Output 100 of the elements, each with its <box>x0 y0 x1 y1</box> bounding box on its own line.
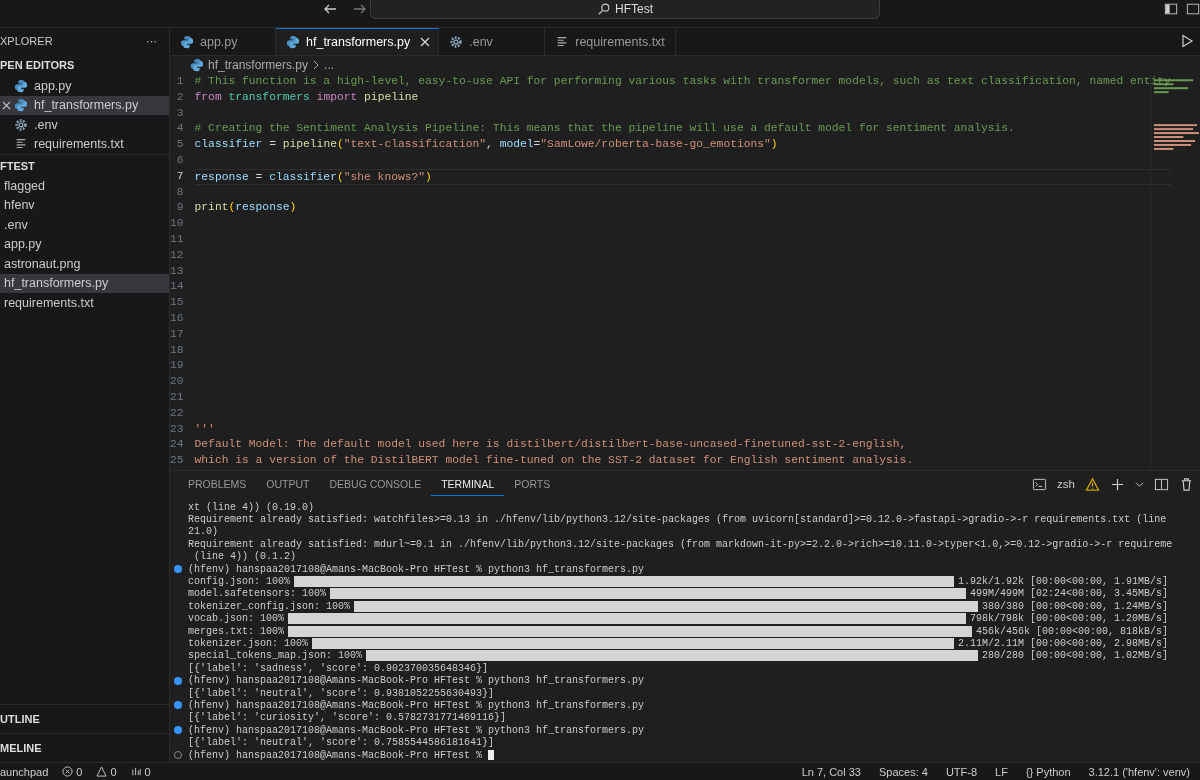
line-number: 4 <box>175 121 184 137</box>
line-number: 24 <box>170 437 184 453</box>
code-line: which is a version of the DistilBERT model fine-tuned on the SST-2 dataset for English sentiment analysis. <box>194 454 914 467</box>
editor-tab[interactable]: hf_transformers.py <box>276 28 440 55</box>
status-item[interactable]: 0 <box>62 765 83 778</box>
status-item[interactable]: Ln 7, Col 33 <box>801 765 861 778</box>
line-number: 18 <box>170 342 184 358</box>
python-icon <box>180 35 194 49</box>
progress-reading: 2.11M/2.11M [00:00<00:00, 2.98MB/s] <box>957 638 1168 649</box>
section-header[interactable]: UTLINE <box>0 713 40 725</box>
command-search-field[interactable]: HFTest <box>370 0 880 19</box>
code-line: ''' <box>194 422 215 435</box>
line-number: 3 <box>175 105 184 121</box>
file-tree-item[interactable]: hf_transformers.py <box>0 273 169 293</box>
python-icon <box>190 58 204 72</box>
line-number: 22 <box>170 405 184 421</box>
file-tree-item[interactable]: astronaut.png <box>0 254 169 274</box>
terminal-prompt-line: (hfenv) hanspaa2017108@Amans-MacBook-Pro HFTest % python3 hf_transformers.py <box>188 563 645 575</box>
line-number: 14 <box>170 279 184 295</box>
status-item[interactable]: 3.12.1 ('hfenv': venv) <box>1088 765 1190 778</box>
terminal-profile[interactable]: zsh <box>1057 478 1075 490</box>
progress-reading: 380/380 [00:00<00:00, 1.24MB/s] <box>981 600 1168 612</box>
warning-icon <box>1085 476 1100 492</box>
open-editor-item[interactable]: .env <box>0 115 169 135</box>
line-number: 16 <box>170 310 184 326</box>
close-icon[interactable] <box>2 100 11 110</box>
panel-tab[interactable]: PORTS <box>504 472 561 496</box>
section-header[interactable]: MELINE <box>0 742 42 754</box>
chevron-icon <box>312 60 321 70</box>
progress-label: tokenizer_config.json: 100% <box>188 600 351 612</box>
section-header[interactable]: FTEST <box>0 159 35 172</box>
line-number: 23 <box>170 421 184 437</box>
progress-reading: 456k/456k [00:00<00:00, 818kB/s] <box>975 625 1168 637</box>
status-item[interactable]: LF <box>995 765 1008 778</box>
line-number: 11 <box>170 231 184 247</box>
line-number: 9 <box>175 200 184 216</box>
terminal-icon[interactable] <box>1032 476 1048 492</box>
status-item[interactable]: aunchpad <box>0 765 49 778</box>
status-item[interactable]: 0 <box>130 765 151 778</box>
breadcrumb-item[interactable]: hf_transformers.py <box>208 58 309 72</box>
panel-tab[interactable]: DEBUG CONSOLE <box>319 472 432 496</box>
progress-label: special_tokens_map.json: 100% <box>188 650 363 662</box>
trash-icon[interactable] <box>1179 476 1194 492</box>
progress-label: tokenizer.json: 100% <box>188 638 309 649</box>
line-number: 7 <box>175 168 184 184</box>
line-number: 25 <box>170 453 184 469</box>
status-item[interactable]: {} Python <box>1025 765 1071 778</box>
progress-reading: 280/280 [00:00<00:00, 1.02MB/s] <box>981 650 1168 662</box>
terminal-output-line: Requirement already satisfied: mdurl~=0.1 in ./hfenv/lib/python3.12/site-packages (from markdown-it-py>=2.2.0->rich>=10.11.0->typer<1.0,>=0.12->gradio->-r requireme <box>188 538 1173 550</box>
search-icon <box>597 2 611 16</box>
progress-reading: 1.92k/1.92k [00:00<00:00, 1.91MB/s] <box>957 576 1168 588</box>
file-tree-item[interactable]: hfenv <box>0 195 169 215</box>
add-icon[interactable] <box>1110 476 1125 492</box>
sidebar-toggle-icon[interactable] <box>1164 2 1178 16</box>
open-editor-item[interactable]: app.py <box>0 76 169 96</box>
progress-label: vocab.json: 100% <box>188 613 284 625</box>
file-tree-item[interactable]: flagged <box>0 176 169 196</box>
close-icon[interactable] <box>420 37 431 47</box>
error-icon <box>62 766 74 777</box>
code-line: print(response) <box>194 201 297 214</box>
terminal-output-line: (line 4)) (0.1.2) <box>193 551 297 563</box>
line-number: 2 <box>175 89 184 105</box>
breadcrumb-item[interactable]: ... <box>324 58 335 72</box>
terminal-prompt-line: (hfenv) hanspaa2017108@Amans-MacBook-Pro HFTest % python3 hf_transformers.py <box>188 699 645 711</box>
python-icon <box>14 78 28 93</box>
terminal-output-line: 21.0) <box>188 526 218 538</box>
code-line: Default Model: The default model used here is distilbert/distilbert-base-uncased-finetuned-sst-2-english, <box>194 438 907 451</box>
line-number: 6 <box>175 153 184 168</box>
terminal-prompt-line: (hfenv) hanspaa2017108@Amans-MacBook-Pro HFTest % python3 hf_transformers.py <box>188 724 645 736</box>
terminal-output-line: [{'label': 'neutral', 'score': 0.7585544586181641}] <box>188 737 495 749</box>
warning-icon <box>96 766 108 777</box>
open-editor-item[interactable]: requirements.txt <box>0 134 169 154</box>
terminal-output-line: Requirement already satisfied: watchfiles>=0.13 in ./hfenv/lib/python3.12/site-packages (from uvicorn[standard]>=0.12.0->fastapi->gradio->-r requirements.txt (line <box>188 514 1167 526</box>
more-actions-icon[interactable]: ··· <box>146 35 157 47</box>
code-line: from transformers import pipeline <box>194 90 419 103</box>
panel-tab[interactable]: OUTPUT <box>256 472 320 496</box>
status-item[interactable]: Spaces: 4 <box>878 765 928 778</box>
file-tree-item[interactable]: requirements.txt <box>0 293 169 313</box>
panel-toggle-icon[interactable] <box>1186 2 1200 16</box>
explorer-title: XPLORER <box>0 35 53 47</box>
status-item[interactable]: UTF-8 <box>945 765 978 778</box>
signal-icon <box>130 766 142 777</box>
panel-tab[interactable]: PROBLEMS <box>178 472 257 496</box>
python-icon <box>286 35 300 49</box>
file-tree-item[interactable]: .env <box>0 215 169 235</box>
line-number: 21 <box>170 389 184 405</box>
line-number: 17 <box>170 326 184 342</box>
open-editor-item[interactable]: hf_transformers.py <box>0 95 169 115</box>
line-number: 1 <box>175 74 184 89</box>
line-number: 10 <box>170 216 184 232</box>
split-icon[interactable] <box>1154 476 1169 492</box>
terminal-output-line: [{'label': 'curiosity', 'score': 0.5782731771469116}] <box>188 712 507 724</box>
code-line: # Creating the Sentiment Analysis Pipeline: This means that the pipeline will use a default model for sentiment analysis. <box>194 122 1015 135</box>
terminal-output-line: [{'label': 'neutral', 'score': 0.9381052255630493}] <box>188 687 495 699</box>
section-header[interactable]: PEN EDITORS <box>0 59 75 71</box>
panel-tab[interactable]: TERMINAL <box>431 472 505 496</box>
status-item[interactable]: 0 <box>96 765 117 778</box>
file-tree-item[interactable]: app.py <box>0 234 169 254</box>
line-number: 8 <box>175 184 184 200</box>
gear-icon <box>449 35 464 49</box>
